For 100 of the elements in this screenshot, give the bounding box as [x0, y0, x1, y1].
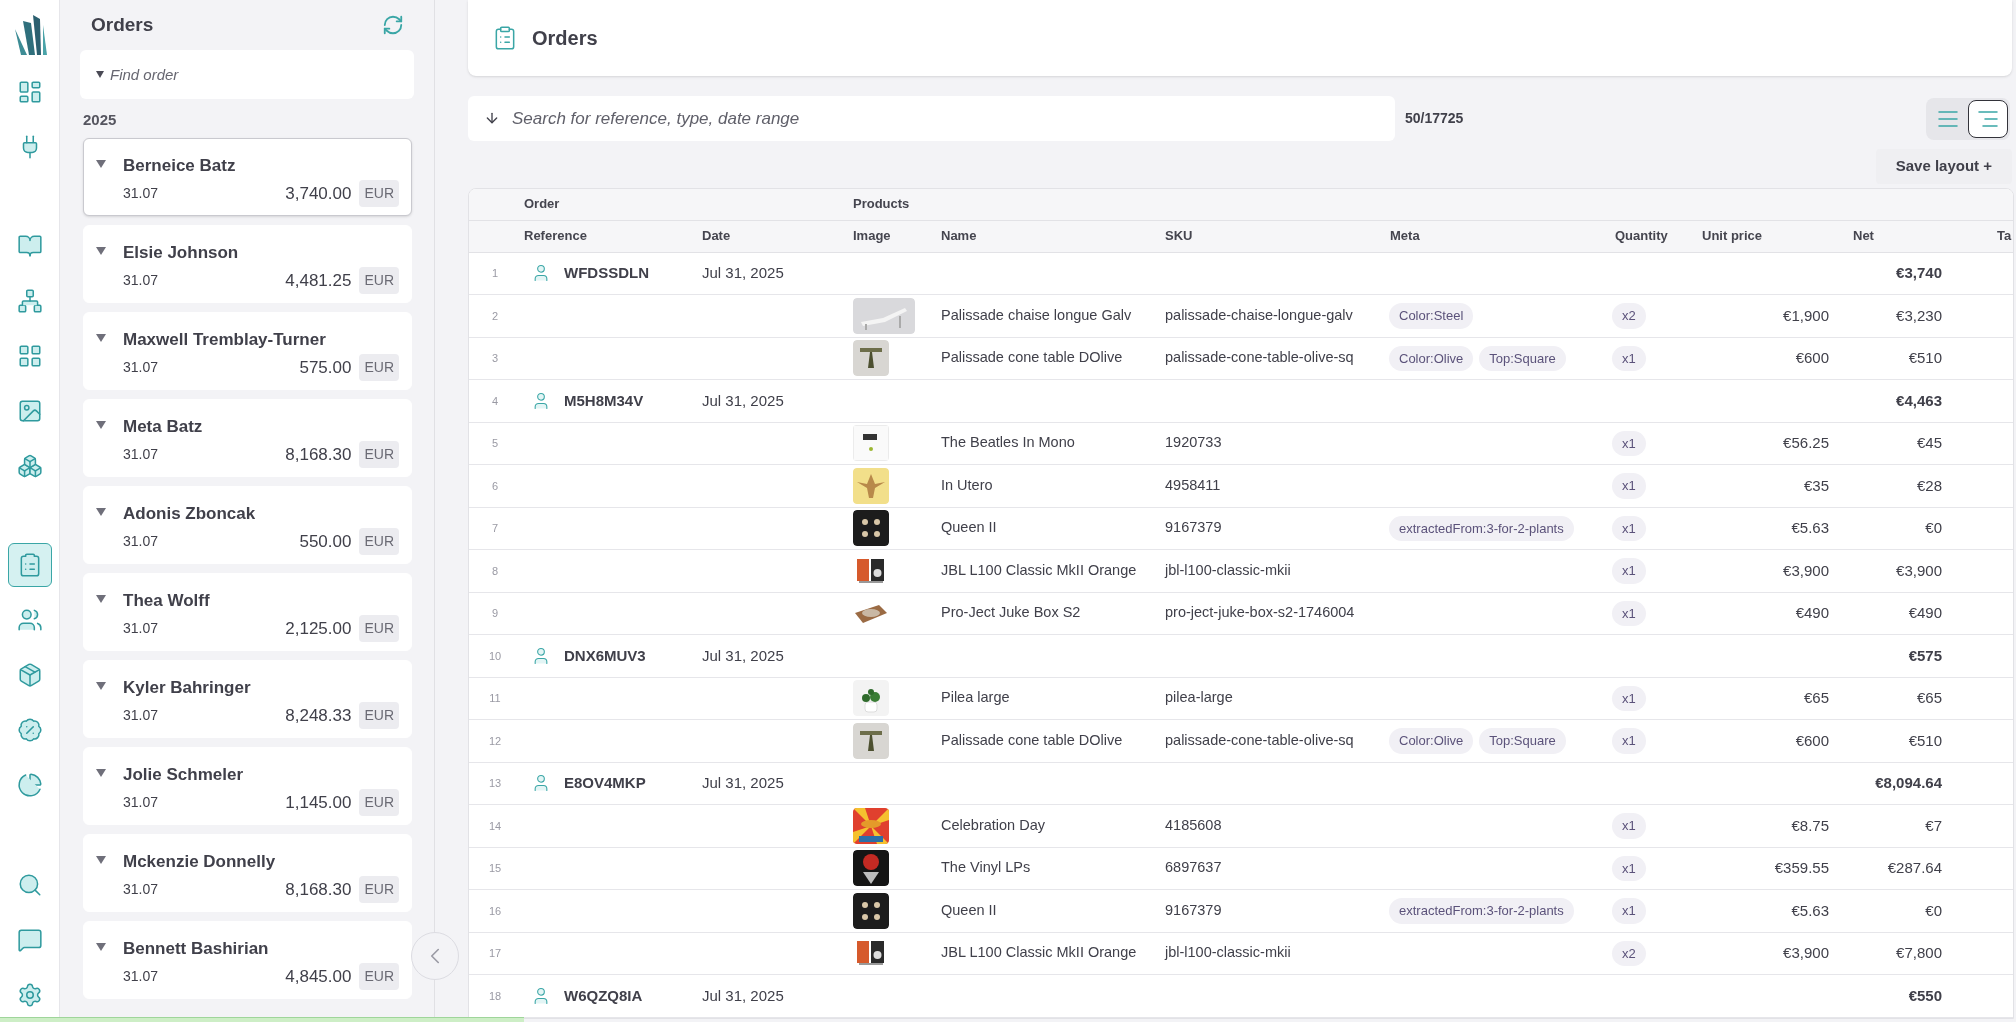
net-price: €28	[1915, 475, 1943, 496]
tree-view-button[interactable]	[1968, 99, 2008, 138]
caret-icon[interactable]	[96, 507, 106, 516]
caret-icon	[96, 71, 104, 78]
product-name: The Vinyl LPs	[940, 858, 1032, 878]
order-card[interactable]: Maxwell Tremblay-Turner 31.07 575.00 EUR	[83, 311, 412, 390]
product-sku: pro-ject-juke-box-s2-1746004	[1164, 603, 1356, 623]
order-card[interactable]: Berneice Batz 31.07 3,740.00 EUR	[83, 137, 412, 216]
column-header[interactable]: Net	[1850, 226, 1997, 246]
order-date: Jul 31, 2025	[701, 645, 785, 666]
order-card[interactable]: Jolie Schmeler 31.07 1,145.00 EUR	[83, 746, 412, 825]
row-number: 6	[490, 478, 500, 494]
order-card[interactable]: Bennett Bashirian 31.07 4,845.00 EUR	[83, 920, 412, 999]
product-name: Pro-Ject Juke Box S2	[940, 603, 1082, 623]
caret-icon[interactable]	[96, 333, 106, 342]
caret-icon[interactable]	[96, 942, 106, 951]
unit-price: €359.55	[1773, 858, 1830, 878]
order-total: €8,094.64	[1874, 773, 1943, 793]
currency-badge: EUR	[359, 963, 399, 990]
product-name: JBL L100 Classic MkII Orange	[940, 560, 1138, 580]
clipboard-icon[interactable]	[7, 542, 52, 587]
find-order-field[interactable]: Find order	[80, 50, 414, 99]
row-number: 18	[487, 988, 503, 1004]
meta-tag: Top:Square	[1479, 345, 1566, 371]
order-total: €4,463	[1895, 390, 1943, 411]
product-name: Queen II	[940, 518, 998, 538]
column-header[interactable]: Ta	[1997, 226, 2013, 246]
search-field[interactable]: Search for reference, type, date range	[468, 96, 1395, 141]
refresh-icon[interactable]	[382, 14, 404, 36]
row-number: 13	[487, 776, 503, 791]
order-date: 31.07	[123, 880, 159, 899]
column-header[interactable]: Reference	[521, 226, 699, 246]
order-date: 31.07	[123, 358, 159, 377]
caret-icon[interactable]	[96, 681, 106, 690]
column-header[interactable]: Meta	[1387, 226, 1612, 246]
order-card[interactable]: Kyler Bahringer 31.07 8,248.33 EUR	[83, 659, 412, 738]
product-sku: 4958411	[1164, 475, 1222, 495]
row-number: 5	[490, 436, 500, 451]
order-reference[interactable]: E8OV4MKP	[564, 772, 646, 795]
net-price: €287.64	[1886, 858, 1943, 878]
product-sku: palissade-cone-table-olive-sq	[1164, 348, 1355, 368]
customer-name: Jolie Schmeler	[123, 763, 243, 786]
order-card[interactable]: Adonis Zboncak 31.07 550.00 EUR	[83, 485, 412, 564]
currency-badge: EUR	[359, 267, 399, 294]
panel-title: Orders	[91, 12, 154, 37]
order-reference[interactable]: W6QZQ8IA	[564, 984, 643, 1007]
year-label: 2025	[83, 110, 117, 130]
quantity-tag: x2	[1612, 303, 1646, 329]
column-header[interactable]: Image	[850, 226, 938, 246]
customer-name: Kyler Bahringer	[123, 676, 251, 699]
currency-badge: EUR	[359, 354, 399, 381]
column-header[interactable]: Date	[699, 226, 850, 246]
product-sku: palissade-cone-table-olive-sq	[1164, 730, 1355, 750]
meta-tag: Color:Steel	[1389, 303, 1474, 329]
result-count: 50/17725	[1405, 109, 1464, 128]
caret-icon[interactable]	[96, 159, 106, 168]
currency-badge: EUR	[359, 789, 399, 816]
product-sku: pilea-large	[1164, 688, 1234, 708]
caret-icon[interactable]	[96, 420, 106, 429]
column-header[interactable]: Unit price	[1699, 226, 1850, 246]
order-reference[interactable]: WFDSSDLN	[564, 262, 649, 285]
unit-price: €3,900	[1782, 943, 1830, 963]
row-number: 8	[490, 563, 500, 579]
product-sku: 9167379	[1164, 518, 1223, 538]
net-price: €7	[1924, 815, 1943, 836]
net-price: €490	[1907, 603, 1943, 623]
caret-icon[interactable]	[96, 594, 106, 603]
order-card[interactable]: Elsie Johnson 31.07 4,481.25 EUR	[83, 224, 412, 303]
save-layout-button[interactable]: Save layout +	[1875, 149, 2012, 184]
unit-price: €490	[1794, 603, 1830, 623]
order-date: 31.07	[123, 706, 159, 725]
order-date: 31.07	[123, 532, 159, 551]
column-header[interactable]: Quantity	[1612, 226, 1699, 246]
product-name: Palissade cone table DOlive	[940, 348, 1124, 368]
quantity-tag: x1	[1612, 558, 1646, 584]
net-price: €3,900	[1895, 560, 1943, 581]
order-card[interactable]: Mckenzie Donnelly 31.07 8,168.30 EUR	[83, 833, 412, 912]
unit-price: €5.63	[1790, 900, 1830, 921]
row-number: 16	[487, 903, 503, 919]
order-reference[interactable]: M5H8M34V	[564, 389, 644, 412]
quantity-tag: x1	[1612, 345, 1646, 371]
order-reference[interactable]: DNX6MUV3	[564, 644, 646, 667]
column-header[interactable]: SKU	[1162, 226, 1387, 246]
order-card[interactable]: Meta Batz 31.07 8,168.30 EUR	[83, 398, 412, 477]
caret-icon[interactable]	[96, 246, 106, 255]
product-sku: 4185608	[1164, 815, 1223, 835]
order-total: €550	[1907, 985, 1943, 1006]
order-card[interactable]: Thea Wolff 31.07 2,125.00 EUR	[83, 572, 412, 651]
caret-icon[interactable]	[96, 768, 106, 777]
order-amount: 2,125.00	[285, 617, 352, 640]
order-amount: 3,740.00	[285, 182, 352, 205]
column-header[interactable]: Name	[938, 226, 1162, 246]
product-sku: 1920733	[1164, 433, 1223, 453]
caret-icon[interactable]	[96, 855, 106, 864]
customer-name: Maxwell Tremblay-Turner	[123, 328, 326, 351]
customer-name: Bennett Bashirian	[123, 937, 269, 960]
unit-price: €5.63	[1790, 518, 1830, 538]
order-date: Jul 31, 2025	[701, 263, 785, 283]
unit-price: €35	[1802, 475, 1830, 496]
net-price: €3,230	[1895, 305, 1943, 326]
